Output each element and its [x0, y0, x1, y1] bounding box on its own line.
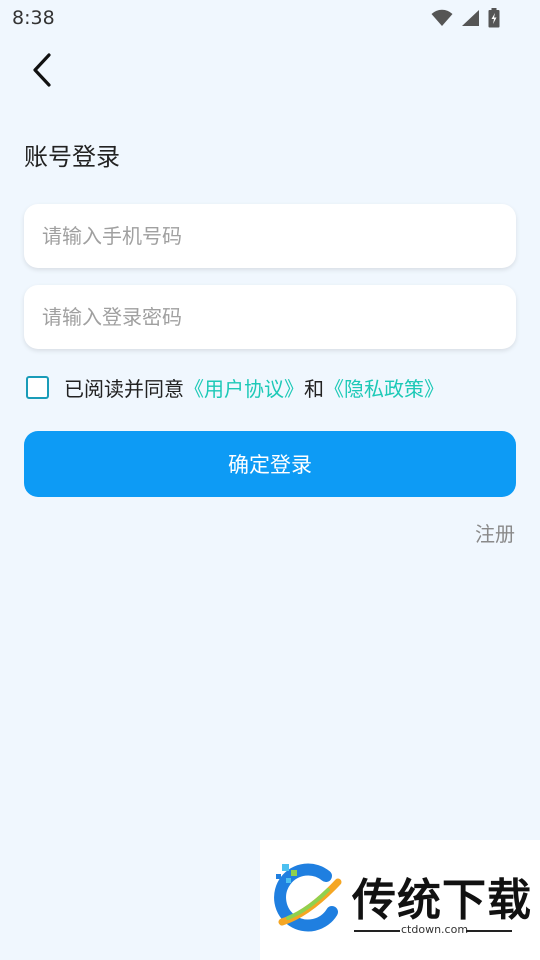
- battery-icon: [488, 8, 500, 28]
- watermark-divider-right: [466, 930, 512, 932]
- status-time: 8:38: [12, 7, 55, 29]
- status-icons: [431, 8, 500, 28]
- watermark-url: ctdown.com: [401, 923, 469, 936]
- register-link[interactable]: 注册: [475, 518, 515, 547]
- back-arrow-icon: [33, 53, 51, 87]
- cellular-signal-icon: [462, 10, 479, 26]
- phone-input-card: [24, 204, 516, 268]
- back-button[interactable]: [24, 50, 60, 90]
- agreement-checkbox[interactable]: [26, 375, 49, 399]
- ctdown-logo-icon: [274, 863, 342, 932]
- watermark-divider-left: [354, 930, 400, 932]
- user-agreement-link[interactable]: 《用户协议》: [184, 373, 304, 402]
- privacy-policy-link[interactable]: 《隐私政策》: [324, 373, 444, 402]
- agreement-conjunction: 和: [304, 376, 324, 401]
- status-bar: 8:38: [0, 0, 540, 36]
- page-title: 账号登录: [24, 143, 120, 171]
- password-input[interactable]: [42, 305, 498, 329]
- watermark: 传统下载 ctdown.com: [260, 840, 540, 960]
- agreement-prefix: 已阅读并同意: [64, 376, 184, 401]
- agreement-row: 已阅读并同意 《用户协议》 和 《隐私政策》: [26, 373, 444, 402]
- login-button[interactable]: 确定登录: [24, 431, 516, 497]
- phone-input[interactable]: [42, 224, 498, 248]
- password-input-card: [24, 285, 516, 349]
- login-screen: 8:38 账号登录 已阅读并同意 《用户协议》 和: [0, 0, 540, 960]
- watermark-title: 传统下载: [352, 875, 532, 926]
- wifi-icon: [431, 9, 453, 26]
